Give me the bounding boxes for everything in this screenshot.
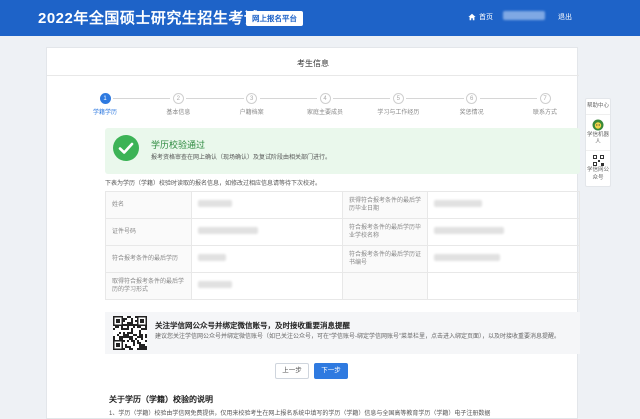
redacted-value (197, 199, 232, 207)
platform-tag: 网上报名平台 (246, 11, 303, 26)
step-label: 学习与工作经历 (377, 110, 420, 116)
wechat-desc: 建议您关注学信网公众号并绑定微信账号（如已关注公众号，可在“学信账号-绑定学信网… (155, 334, 560, 340)
step-label: 户籍档案 (239, 110, 264, 116)
redacted-value (434, 199, 483, 207)
redacted-value (197, 226, 258, 234)
row-value (190, 245, 343, 273)
info-note: 下表为学历（学籍）校验时读取的报名信息，如修改过相应信息请等待下次校对。 (105, 181, 322, 187)
step-item: 1 学籍学历 (75, 93, 135, 116)
step-number: 1 (99, 93, 111, 104)
page-title: 考生信息 (297, 59, 329, 68)
table-row: 取得符合报考条件的最后学历的学习形式 (105, 272, 580, 300)
step-label: 奖惩情况 (459, 110, 484, 116)
row-value (427, 191, 580, 219)
wechat-title: 关注学信网公众号并绑定微信账号，及时接收重要消息提醒 (155, 321, 350, 330)
table-row: 符合报考条件的最后学历 符合报考条件的最后学历证书编号 (105, 245, 580, 273)
row-label: 获得符合报考条件的最后学历毕业日期 (341, 191, 429, 219)
row-label: 符合报考条件的最后学历毕业学校名称 (341, 218, 429, 246)
top-header: 2022年全国硕士研究生招生考试 网上报名平台 首页 退出 (0, 0, 640, 36)
step-number: 4 (319, 93, 331, 104)
step-number: 6 (466, 93, 478, 104)
step-progress: 1 学籍学历 2 基本信息 3 户籍档案 4 家庭主要成员 5 学习与工作经历 6 奖惩情况 7 联系方式 (93, 93, 557, 123)
floating-sidebar: 帮助中心 学信机器人 学信网公众号 (585, 98, 611, 187)
row-value (190, 191, 343, 219)
redacted-value (434, 226, 505, 234)
qr-small-icon (592, 155, 604, 167)
row-value (190, 272, 343, 300)
robot-label: 学信机器人 (586, 132, 609, 146)
success-banner: 学历校验通过 报考资格审查在网上确认（现场确认）及复试阶段由相关部门进行。 (105, 128, 580, 174)
home-icon (468, 13, 476, 21)
qr-code-icon (113, 316, 147, 350)
redacted-value (197, 253, 226, 261)
success-desc: 报考资格审查在网上确认（现场确认）及复试阶段由相关部门进行。 (151, 155, 332, 161)
check-icon (113, 135, 139, 161)
success-title: 学历校验通过 (151, 140, 206, 150)
step-item: 6 奖惩情况 (442, 93, 502, 116)
row-label: 取得符合报考条件的最后学历的学习形式 (105, 272, 192, 300)
row-value (427, 245, 580, 273)
help-center-label: 帮助中心 (586, 103, 609, 109)
row-value (190, 218, 343, 246)
username-redacted (503, 11, 545, 20)
row-value (427, 272, 580, 300)
redacted-value (434, 253, 501, 261)
candidate-info-table: 姓名 获得符合报考条件的最后学历毕业日期证件号码 符合报考条件的最后学历毕业学校名称… (105, 191, 580, 300)
robot-link[interactable]: 学信机器人 (586, 115, 610, 152)
help-center-link[interactable]: 帮助中心 (586, 99, 610, 116)
title-divider (47, 75, 579, 76)
wechat-account-link[interactable]: 学信网公众号 (586, 151, 610, 185)
step-number: 7 (539, 93, 551, 104)
step-item: 2 基本信息 (148, 93, 208, 116)
redacted-value (197, 280, 232, 288)
step-label: 联系方式 (532, 110, 557, 116)
step-label: 基本信息 (166, 110, 191, 116)
logout-link[interactable]: 退出 (558, 12, 572, 22)
step-item: 4 家庭主要成员 (295, 93, 355, 116)
row-value (427, 218, 580, 246)
main-card: 考生信息 1 学籍学历 2 基本信息 3 户籍档案 4 家庭主要成员 5 学习与工作经历 6 奖惩情况… (46, 47, 580, 419)
notes-title: 关于学历（学籍）校验的说明 (109, 395, 213, 404)
prev-step-button[interactable]: 上一步 (275, 363, 309, 379)
row-label: 姓名 (105, 191, 192, 219)
notes-line-1: 1、学历（学籍）校验由学信网免费提供，仅用来校验考生在网上报名系统中填写的学历（… (109, 411, 491, 417)
row-label: 符合报考条件的最后学历 (105, 245, 192, 273)
site-title: 2022年全国硕士研究生招生考试 (38, 10, 260, 27)
robot-icon (592, 119, 604, 131)
step-number: 5 (392, 93, 404, 104)
wechat-account-label: 学信网公众号 (586, 167, 609, 181)
step-label: 学籍学历 (92, 110, 117, 116)
step-item: 3 户籍档案 (222, 93, 282, 116)
home-link[interactable]: 首页 (468, 12, 493, 22)
row-label: 符合报考条件的最后学历证书编号 (341, 245, 429, 273)
table-row: 证件号码 符合报考条件的最后学历毕业学校名称 (105, 218, 580, 246)
home-label: 首页 (479, 14, 493, 21)
table-row: 姓名 获得符合报考条件的最后学历毕业日期 (105, 191, 580, 219)
step-number: 3 (246, 93, 258, 104)
step-item: 5 学习与工作经历 (368, 93, 428, 116)
wechat-follow-box: 关注学信网公众号并绑定微信账号，及时接收重要消息提醒 建议您关注学信网公众号并绑… (105, 312, 580, 354)
step-item: 7 联系方式 (515, 93, 575, 116)
step-label: 家庭主要成员 (306, 110, 343, 116)
step-number: 2 (172, 93, 184, 104)
row-label: 证件号码 (105, 218, 192, 246)
row-label (341, 272, 429, 300)
next-step-button[interactable]: 下一步 (314, 363, 348, 379)
